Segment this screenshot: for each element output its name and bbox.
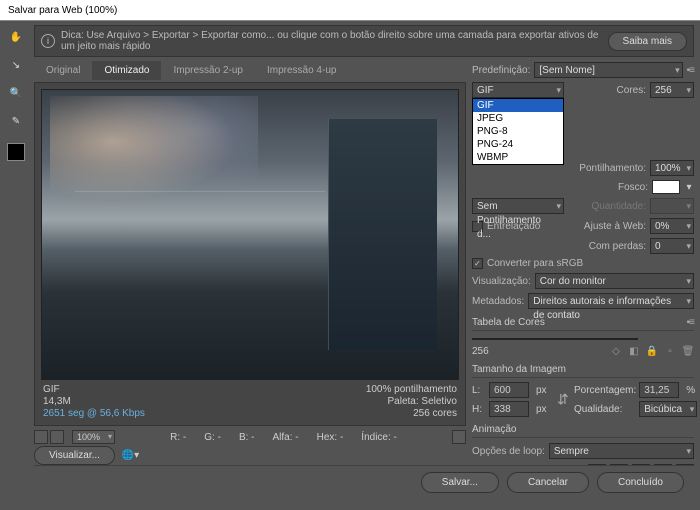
pal-lock-icon[interactable]: 🔒 — [646, 345, 658, 357]
srgb-checkbox[interactable]: ✓ — [472, 258, 483, 269]
pal-diamond-icon[interactable]: ◇ — [610, 345, 622, 357]
meta-rate: 2651 seg @ 56,6 Kbps — [43, 408, 145, 419]
status-bar: 100% R: - G: - B: - Alfa: - Hex: - Índic… — [34, 426, 466, 448]
amount-select — [650, 198, 694, 214]
format-option-jpeg[interactable]: JPEG — [473, 112, 563, 125]
tip-text: Dica: Use Arquivo > Exportar > Exportar … — [61, 30, 602, 52]
preview-pane: GIF 14,3M 2651 seg @ 56,6 Kbps 100% pont… — [34, 82, 466, 426]
format-option-png8[interactable]: PNG-8 — [473, 125, 563, 138]
tab-2up[interactable]: Impressão 2-up — [161, 61, 254, 80]
colortable-menu-icon[interactable]: ▪≡ — [687, 317, 694, 328]
grid-icon[interactable] — [34, 430, 48, 444]
meta-size: 14,3M — [43, 396, 145, 407]
height-input[interactable] — [489, 401, 529, 417]
format-option-png24[interactable]: PNG-24 — [473, 138, 563, 151]
cancel-button[interactable]: Cancelar — [507, 472, 589, 493]
meta-colors: 256 cores — [366, 408, 457, 419]
colors-select[interactable]: 256 — [650, 82, 694, 98]
tab-optimized[interactable]: Otimizado — [92, 61, 161, 80]
learn-more-button[interactable]: Saiba mais — [608, 32, 687, 51]
zoom-tool-icon[interactable]: 🔍 — [6, 83, 26, 103]
preset-select[interactable]: [Sem Nome] — [534, 62, 682, 78]
tab-original[interactable]: Original — [34, 61, 92, 80]
format-option-gif[interactable]: GIF — [473, 99, 563, 112]
loop-select[interactable]: Sempre — [549, 443, 694, 459]
meta-format: GIF — [43, 384, 145, 395]
meta-palette: Paleta: Seletivo — [366, 396, 457, 407]
hand-tool-icon[interactable]: ✋ — [6, 27, 26, 47]
quality-select[interactable]: Bicúbica — [639, 401, 697, 417]
format-select[interactable]: GIF — [472, 82, 564, 98]
preview-tabs: Original Otimizado Impressão 2-up Impres… — [34, 61, 466, 80]
info-icon: i — [41, 34, 55, 48]
meta-dither: 100% pontilhamento — [366, 384, 457, 395]
preview-image[interactable] — [41, 89, 459, 380]
preview-button[interactable]: Visualizar... — [34, 446, 115, 465]
metadata-select[interactable]: Direitos autorais e informações de conta… — [528, 293, 694, 309]
dither-algo-select[interactable]: Sem Pontilhamento d... — [472, 198, 564, 214]
format-dropdown-list: GIF JPEG PNG-8 PNG-24 WBMP — [472, 98, 564, 165]
pal-trash-icon[interactable]: 🗑 — [682, 345, 694, 357]
width-input[interactable] — [489, 382, 529, 398]
save-button[interactable]: Salvar... — [421, 472, 499, 493]
link-icon[interactable] — [452, 430, 466, 444]
browser-icon[interactable]: 🌐▾ — [122, 450, 139, 461]
matte-swatch[interactable] — [652, 180, 680, 194]
percent-input[interactable] — [639, 382, 679, 398]
pal-shift-icon[interactable]: ◧ — [628, 345, 640, 357]
link-dims-icon[interactable]: ⇵ — [557, 391, 571, 408]
title-bar: Salvar para Web (100%) — [0, 0, 700, 21]
color-count: 256 — [472, 346, 489, 357]
color-swatch[interactable] — [7, 143, 25, 161]
view-select[interactable]: Cor do monitor — [535, 273, 694, 289]
grid2-icon[interactable] — [50, 430, 64, 444]
format-option-wbmp[interactable]: WBMP — [473, 151, 563, 164]
dither-pct-select[interactable]: 100% — [650, 160, 694, 176]
done-button[interactable]: Concluído — [597, 472, 684, 493]
lossy-select[interactable]: 0 — [650, 238, 694, 254]
tool-strip: ✋ ↘ 🔍 ✎ — [0, 21, 32, 499]
flyout-menu-icon[interactable]: ▪≡ — [687, 65, 694, 76]
zoom-select[interactable]: 100% — [72, 430, 115, 444]
tip-bar: i Dica: Use Arquivo > Exportar > Exporta… — [34, 25, 694, 57]
websnap-select[interactable]: 0% — [650, 218, 694, 234]
eyedropper-tool-icon[interactable]: ✎ — [6, 111, 26, 131]
color-table[interactable] — [472, 338, 638, 340]
slice-tool-icon[interactable]: ↘ — [6, 55, 26, 75]
pal-new-icon[interactable]: ▫ — [664, 345, 676, 357]
tab-4up[interactable]: Impressão 4-up — [255, 61, 348, 80]
